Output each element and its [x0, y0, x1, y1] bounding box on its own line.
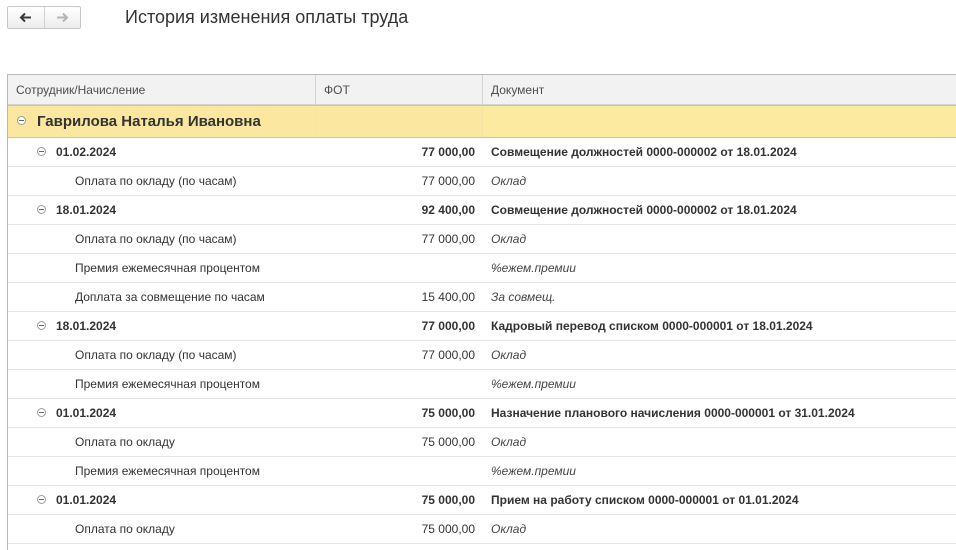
- accrual-code: Оклад: [491, 232, 527, 246]
- change-date: 18.01.2024: [56, 203, 117, 217]
- table-row[interactable]: Оплата по окладу 75 000,00 Оклад: [8, 515, 956, 544]
- change-date: 18.01.2024: [56, 319, 117, 333]
- accrual-name: Доплата за совмещение по часам: [75, 290, 265, 304]
- accrual-name: Премия ежемесячная процентом: [75, 464, 260, 478]
- collapse-icon[interactable]: [37, 408, 46, 417]
- change-date: 01.01.2024: [56, 406, 117, 420]
- accrual-code: Оклад: [491, 435, 527, 449]
- navigation-buttons: [7, 6, 81, 29]
- accrual-code: %ежем.премии: [491, 261, 576, 275]
- date-group-row[interactable]: 01.02.2024 77 000,00 Совмещение должностей…: [8, 138, 956, 167]
- accrual-name: Оплата по окладу: [75, 522, 175, 536]
- page-title: История изменения оплаты труда: [125, 7, 409, 27]
- accrual-name: Оплата по окладу (по часам): [75, 232, 237, 246]
- table-header: Сотрудник/Начисление ФОТ Документ: [8, 75, 956, 105]
- date-group-row[interactable]: 01.01.2024 75 000,00 Прием на работу списк…: [8, 486, 956, 515]
- fot-value: [316, 457, 483, 485]
- document-link[interactable]: Совмещение должностей 0000-000002 от 18.…: [483, 138, 956, 166]
- accrual-code: Оклад: [491, 348, 527, 362]
- fot-value: 77 000,00: [421, 319, 475, 333]
- accrual-name: Оплата по окладу (по часам): [75, 348, 237, 362]
- fot-value: 92 400,00: [421, 203, 475, 217]
- fot-value: 75 000,00: [421, 435, 475, 449]
- employee-group-row[interactable]: Гаврилова Наталья Ивановна: [8, 105, 956, 138]
- document-link[interactable]: Назначение планового начисления 0000-000…: [483, 399, 956, 427]
- forward-button[interactable]: [43, 7, 81, 28]
- employee-name: Гаврилова Наталья Ивановна: [37, 113, 261, 130]
- accrual-name: Оплата по окладу: [75, 435, 175, 449]
- document-link[interactable]: Совмещение должностей 0000-000002 от 18.…: [483, 196, 956, 224]
- change-date: 01.01.2024: [56, 493, 117, 507]
- fot-value: [316, 254, 483, 282]
- arrow-right-icon: [56, 12, 69, 23]
- column-header-fot[interactable]: ФОТ: [316, 75, 483, 105]
- table-row[interactable]: Оплата по окладу 75 000,00 Оклад: [8, 428, 956, 457]
- fot-value: 75 000,00: [421, 522, 475, 536]
- date-group-row[interactable]: 01.01.2024 75 000,00 Назначение планового …: [8, 399, 956, 428]
- accrual-code: За совмещ.: [491, 290, 556, 304]
- document-link[interactable]: Кадровый перевод списком 0000-000001 от …: [483, 312, 956, 340]
- fot-value: 77 000,00: [421, 145, 475, 159]
- arrow-left-icon: [19, 12, 32, 23]
- accrual-code: %ежем.премии: [491, 464, 576, 478]
- table-row[interactable]: Премия ежемесячная процентом %ежем.премии: [8, 457, 956, 486]
- column-header-employee[interactable]: Сотрудник/Начисление: [8, 75, 316, 105]
- fot-value: 77 000,00: [421, 232, 475, 246]
- column-header-document[interactable]: Документ: [483, 75, 956, 105]
- fot-value: [316, 370, 483, 398]
- date-group-row[interactable]: 18.01.2024 92 400,00 Совмещение должностей…: [8, 196, 956, 225]
- fot-value: 77 000,00: [421, 174, 475, 188]
- accrual-code: Оклад: [491, 522, 527, 536]
- document-link[interactable]: Прием на работу списком 0000-000001 от 0…: [483, 486, 956, 514]
- table-row[interactable]: Оплата по окладу (по часам) 77 000,00 Окла…: [8, 225, 956, 254]
- accrual-name: Премия ежемесячная процентом: [75, 261, 260, 275]
- change-date: 01.02.2024: [56, 145, 117, 159]
- salary-history-table[interactable]: Сотрудник/Начисление ФОТ Документ Гаврил…: [7, 74, 956, 550]
- fot-value: 75 000,00: [421, 493, 475, 507]
- accrual-code: Оклад: [491, 174, 527, 188]
- table-row[interactable]: Премия ежемесячная процентом %ежем.премии: [8, 370, 956, 399]
- accrual-code: %ежем.премии: [491, 377, 576, 391]
- collapse-icon[interactable]: [17, 116, 26, 125]
- fot-value: 15 400,00: [421, 290, 475, 304]
- fot-value: 75 000,00: [421, 406, 475, 420]
- accrual-name: Премия ежемесячная процентом: [75, 377, 260, 391]
- back-button[interactable]: [8, 7, 44, 28]
- table-body: 01.02.2024 77 000,00 Совмещение должностей…: [8, 138, 956, 544]
- accrual-name: Оплата по окладу (по часам): [75, 174, 237, 188]
- collapse-icon[interactable]: [37, 321, 46, 330]
- collapse-icon[interactable]: [37, 147, 46, 156]
- table-row[interactable]: Оплата по окладу (по часам) 77 000,00 Окла…: [8, 167, 956, 196]
- table-row[interactable]: Доплата за совмещение по часам 15 400,00 З…: [8, 283, 956, 312]
- fot-value: 77 000,00: [421, 348, 475, 362]
- table-row[interactable]: Премия ежемесячная процентом %ежем.премии: [8, 254, 956, 283]
- date-group-row[interactable]: 18.01.2024 77 000,00 Кадровый перевод спис…: [8, 312, 956, 341]
- collapse-icon[interactable]: [37, 205, 46, 214]
- table-row[interactable]: Оплата по окладу (по часам) 77 000,00 Окла…: [8, 341, 956, 370]
- collapse-icon[interactable]: [37, 495, 46, 504]
